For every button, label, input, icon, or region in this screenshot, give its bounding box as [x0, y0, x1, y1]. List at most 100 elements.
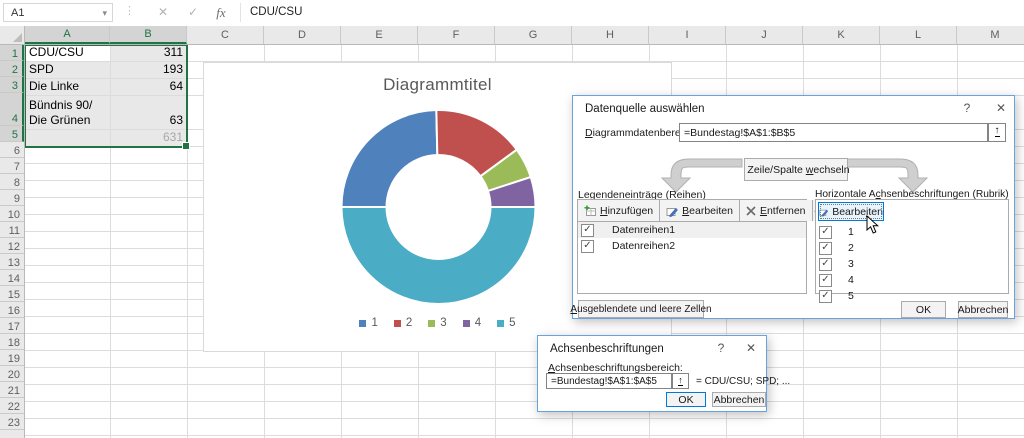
- column-header-I[interactable]: I: [649, 26, 726, 44]
- ok-button[interactable]: OK: [666, 392, 706, 407]
- cell-A4[interactable]: Bündnis 90/ Die Grünen: [26, 96, 109, 128]
- column-header-D[interactable]: D: [264, 26, 341, 44]
- series-row-Datenreihen2[interactable]: ✓ Datenreihen2: [578, 238, 806, 254]
- column-header-A[interactable]: A: [25, 26, 110, 44]
- name-box[interactable]: A1 ▾: [3, 3, 113, 22]
- row-header-10[interactable]: 10: [0, 206, 24, 222]
- column-header-M[interactable]: M: [957, 26, 1024, 44]
- column-header-B[interactable]: B: [110, 26, 187, 44]
- selection-fill-handle[interactable]: [182, 142, 190, 150]
- row-header-11[interactable]: 11: [0, 222, 24, 238]
- row-header-13[interactable]: 13: [0, 254, 24, 270]
- doughnut-segment-5[interactable]: [340, 206, 537, 305]
- row-header-4[interactable]: 4: [0, 93, 24, 126]
- cell-A3[interactable]: Die Linke: [26, 79, 109, 94]
- range-picker-button[interactable]: ↑: [988, 123, 1006, 142]
- series-row-Datenreihen1[interactable]: ✓ Datenreihen1: [578, 222, 806, 238]
- gridline: [25, 418, 1024, 419]
- checkbox-checked-icon[interactable]: ✓: [819, 289, 832, 303]
- cell-A2[interactable]: SPD: [26, 62, 109, 77]
- column-header-C[interactable]: C: [187, 26, 264, 44]
- checkbox-checked-icon[interactable]: ✓: [819, 273, 832, 287]
- hidden-empty-cells-button[interactable]: Ausgeblendete und leere Zellen: [570, 300, 712, 318]
- insert-function-icon[interactable]: fx: [210, 3, 232, 22]
- cancel-button[interactable]: Abbrechen: [958, 301, 1008, 318]
- row-header-15[interactable]: 15: [0, 286, 24, 302]
- legend-item-2[interactable]: 2: [393, 317, 412, 329]
- row-header-12[interactable]: 12: [0, 238, 24, 254]
- cell-A1[interactable]: CDU/CSU: [26, 45, 109, 60]
- range-picker-button[interactable]: ↑: [672, 373, 689, 389]
- row-header-3[interactable]: 3: [0, 77, 24, 93]
- select-all-button[interactable]: [0, 26, 25, 45]
- row-header-7[interactable]: 7: [0, 158, 24, 174]
- help-icon[interactable]: ?: [958, 101, 976, 116]
- category-row-1[interactable]: ✓ 1: [816, 224, 1008, 240]
- row-header-18[interactable]: 18: [0, 334, 24, 350]
- row-header-5[interactable]: 5: [0, 126, 24, 142]
- category-row-3[interactable]: ✓ 3: [816, 256, 1008, 272]
- legend-item-5[interactable]: 5: [497, 317, 516, 329]
- checkbox-checked-icon[interactable]: ✓: [819, 241, 832, 255]
- checkbox-checked-icon[interactable]: ✓: [581, 239, 594, 253]
- cell-B5[interactable]: 631: [111, 130, 186, 145]
- column-header-L[interactable]: L: [880, 26, 957, 44]
- hidden-empty-cells-label: Ausgeblendete und leere Zellen: [570, 303, 712, 315]
- row-header-22[interactable]: 22: [0, 398, 24, 414]
- switch-row-column-button[interactable]: Zeile/Spalte wechseln: [744, 158, 850, 181]
- row-header-1[interactable]: 1: [0, 45, 24, 61]
- checkbox-checked-icon[interactable]: ✓: [581, 223, 594, 237]
- legend-item-3[interactable]: 3: [428, 317, 447, 329]
- row-header-8[interactable]: 8: [0, 174, 24, 190]
- cancel-button[interactable]: Abbrechen: [712, 392, 766, 407]
- cancel-entry-icon[interactable]: ✕: [152, 3, 174, 22]
- column-header-F[interactable]: F: [418, 26, 495, 44]
- row-header-17[interactable]: 17: [0, 318, 24, 334]
- remove-series-button[interactable]: Entfernen: [739, 200, 813, 221]
- row-header-20[interactable]: 20: [0, 366, 24, 382]
- doughnut-segment-1[interactable]: [340, 108, 439, 208]
- axis-label-range-input[interactable]: =Bundestag!$A$1:$A$5: [546, 373, 672, 389]
- enter-entry-icon[interactable]: ✓: [182, 3, 204, 22]
- row-header-6[interactable]: 6: [0, 142, 24, 158]
- formula-bar-grip-icon: ⋮: [124, 5, 135, 17]
- row-header-16[interactable]: 16: [0, 302, 24, 318]
- row-header-9[interactable]: 9: [0, 190, 24, 206]
- series-label: Datenreihen1: [612, 224, 676, 236]
- category-row-2[interactable]: ✓ 2: [816, 240, 1008, 256]
- cell-B2[interactable]: 193: [111, 62, 186, 77]
- cell-B3[interactable]: 64: [111, 79, 186, 94]
- legend-item-4[interactable]: 4: [462, 317, 481, 329]
- row-header-23[interactable]: 23: [0, 414, 24, 430]
- help-icon[interactable]: ?: [712, 341, 730, 356]
- excel-window: A1 ▾ ⋮ ✕ ✓ fx CDU/CSU ABCDEFGHIJKLM 12345…: [0, 0, 1024, 438]
- formula-bar-content[interactable]: CDU/CSU: [250, 0, 302, 25]
- close-icon[interactable]: ✕: [742, 341, 760, 356]
- row-header-2[interactable]: 2: [0, 61, 24, 77]
- checkbox-checked-icon[interactable]: ✓: [819, 257, 832, 271]
- category-row-4[interactable]: ✓ 4: [816, 272, 1008, 288]
- row-header-14[interactable]: 14: [0, 270, 24, 286]
- column-header-J[interactable]: J: [726, 26, 803, 44]
- column-header-E[interactable]: E: [341, 26, 418, 44]
- ok-button[interactable]: OK: [901, 301, 946, 318]
- column-header-G[interactable]: G: [495, 26, 572, 44]
- collapse-dialog-icon: ↑: [994, 125, 1000, 137]
- cell-B1[interactable]: 311: [111, 45, 186, 60]
- edit-series-button[interactable]: Bearbeiten: [660, 200, 740, 221]
- close-icon[interactable]: ✕: [992, 101, 1010, 116]
- cell-B4[interactable]: 63: [111, 96, 186, 128]
- add-series-button[interactable]: Hinzufügen: [578, 200, 661, 221]
- row-header-19[interactable]: 19: [0, 350, 24, 366]
- gridline: [25, 367, 1024, 368]
- gridline: [25, 384, 1024, 385]
- formula-bar-separator: [240, 3, 241, 22]
- name-box-dropdown-icon[interactable]: ▾: [102, 4, 107, 23]
- legend-label: 3: [440, 317, 447, 329]
- chart-data-range-input[interactable]: =Bundestag!$A$1:$B$5: [679, 123, 988, 142]
- column-header-H[interactable]: H: [572, 26, 649, 44]
- column-header-K[interactable]: K: [803, 26, 880, 44]
- legend-item-1[interactable]: 1: [359, 317, 378, 329]
- checkbox-checked-icon[interactable]: ✓: [819, 225, 832, 239]
- row-header-21[interactable]: 21: [0, 382, 24, 398]
